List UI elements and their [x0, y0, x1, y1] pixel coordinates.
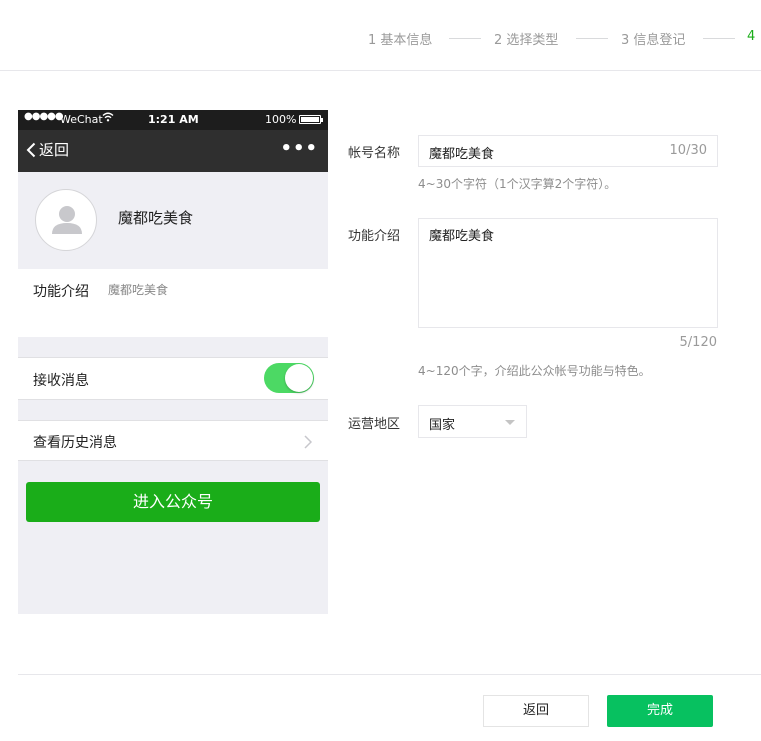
region-select[interactable]: 国家: [418, 405, 527, 438]
account-name-value: 魔都吃美食: [429, 147, 495, 162]
receive-messages-label: 接收消息: [33, 373, 89, 389]
step-divider: [449, 38, 481, 39]
step-3: 3 信息登记: [621, 33, 686, 48]
profile-header: 魔都吃美食: [18, 172, 328, 269]
intro-counter: 5/120: [679, 335, 717, 350]
signal-dots-icon: ●●●●●: [24, 111, 64, 122]
step-2: 2 选择类型: [494, 33, 559, 48]
receive-messages-toggle[interactable]: [264, 363, 314, 393]
nav-back-button[interactable]: 返回: [26, 139, 69, 160]
intro-value: 魔都吃美食: [108, 283, 169, 297]
step-4: 4: [747, 29, 756, 44]
status-time: 1:21 AM: [148, 113, 199, 126]
account-name-input[interactable]: 魔都吃美食 10/30: [418, 135, 718, 167]
toggle-knob: [285, 364, 313, 392]
footer-divider: [18, 674, 761, 675]
battery-tip-icon: [321, 118, 323, 122]
dropdown-arrow-icon: [505, 420, 515, 425]
steps-header: 1 基本信息 2 选择类型 3 信息登记 4: [0, 0, 761, 71]
status-bar: ●●●●● WeChat 1:21 AM 100%: [18, 110, 328, 130]
battery-percent: 100%: [265, 113, 297, 126]
step-divider: [703, 38, 735, 39]
account-name: 魔都吃美食: [118, 209, 194, 227]
intro-label: 功能介绍: [33, 284, 89, 300]
account-name-hint: 4~30个字符（1个汉字算2个字符）。: [418, 177, 617, 191]
receive-messages-row: 接收消息: [18, 357, 328, 400]
back-button[interactable]: 返回: [483, 695, 589, 727]
avatar: [35, 189, 97, 251]
battery-icon: [299, 115, 321, 124]
view-history-row[interactable]: 查看历史消息: [18, 420, 328, 461]
region-label: 运营地区: [348, 417, 401, 432]
chevron-left-icon: [26, 142, 36, 157]
carrier-label: WeChat: [60, 113, 103, 126]
step-1: 1 基本信息: [368, 33, 433, 48]
account-name-label: 帐号名称: [348, 146, 401, 161]
done-button[interactable]: 完成: [607, 695, 713, 727]
account-name-counter: 10/30: [669, 143, 707, 158]
region-value: 国家: [429, 418, 456, 433]
intro-field-label: 功能介绍: [348, 229, 401, 244]
intro-section: 功能介绍 魔都吃美食: [18, 269, 328, 337]
more-icon[interactable]: •••: [280, 138, 318, 159]
wifi-icon: [102, 112, 114, 125]
user-silhouette-icon: [52, 206, 82, 234]
view-history-label: 查看历史消息: [33, 435, 117, 451]
intro-hint: 4~120个字，介绍此公众帐号功能与特色。: [418, 364, 651, 378]
enter-account-button[interactable]: 进入公众号: [26, 482, 320, 522]
chevron-right-icon: [304, 434, 313, 453]
intro-textarea-value: 魔都吃美食: [429, 229, 495, 244]
wechat-navbar: 返回 •••: [18, 130, 328, 172]
phone-preview: ●●●●● WeChat 1:21 AM 100% 返回 ••• 魔都吃美食 功…: [18, 110, 328, 614]
intro-textarea[interactable]: 魔都吃美食: [418, 218, 718, 328]
step-divider: [576, 38, 608, 39]
nav-back-label: 返回: [39, 141, 70, 159]
